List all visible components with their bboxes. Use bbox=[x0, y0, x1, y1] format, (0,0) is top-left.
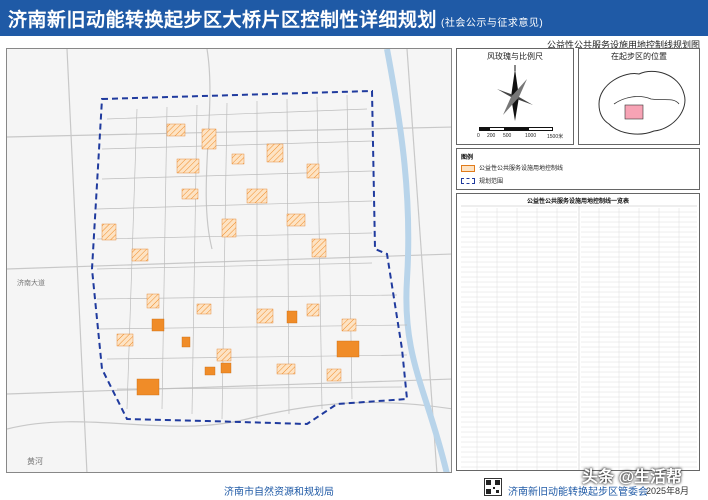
location-panel: 在起步区的位置 bbox=[578, 48, 700, 145]
scale-label: 200 bbox=[487, 133, 496, 139]
legend-swatch-boundary bbox=[461, 178, 475, 185]
location-map bbox=[598, 70, 686, 135]
scale-bar bbox=[479, 127, 553, 131]
map-label-road-2: 济南大道 bbox=[17, 278, 45, 287]
title-main: 济南新旧动能转换起步区大桥片区控制性详细规划 bbox=[8, 10, 438, 31]
scale-label: 500 bbox=[503, 133, 512, 139]
header-bar: 济南新旧动能转换起步区大桥片区控制性详细规划 (社会公示与征求意见) bbox=[0, 0, 708, 36]
qr-code-icon[interactable] bbox=[484, 478, 502, 496]
legend: 图例 公益性公共服务设施用地控制线 规划范围 bbox=[456, 148, 700, 190]
table-grid bbox=[461, 205, 697, 470]
scale-label: 1000 bbox=[525, 133, 537, 139]
legend-heading: 图例 bbox=[461, 155, 474, 161]
watermark: 头条 @生活帮 bbox=[582, 469, 683, 486]
map-canvas: 黄河 济南大道 bbox=[7, 49, 451, 472]
map-label-road-1: 黄河 bbox=[27, 456, 43, 466]
legend-label: 规划范围 bbox=[479, 179, 504, 185]
footer-org-left: 济南市自然资源和规划局 bbox=[224, 487, 334, 498]
scale-label: 1500米 bbox=[547, 134, 564, 140]
legend-label: 公益性公共服务设施用地控制线 bbox=[479, 166, 564, 172]
main-map[interactable]: 黄河 济南大道 bbox=[6, 48, 452, 473]
facility-table: 公益性公共服务设施用地控制线一览表 bbox=[456, 193, 700, 471]
page-title: 济南新旧动能转换起步区大桥片区控制性详细规划 (社会公示与征求意见) bbox=[8, 5, 543, 32]
location-highlight bbox=[624, 104, 644, 120]
legend-item: 公益性公共服务设施用地控制线 bbox=[461, 163, 563, 172]
compass-panel: 风玫瑰与比例尺 0 200 500 1000 1500米 bbox=[456, 48, 574, 145]
scale-label: 0 bbox=[477, 133, 480, 139]
legend-item: 规划范围 bbox=[461, 176, 503, 185]
legend-swatch-facility bbox=[461, 164, 475, 172]
title-note: (社会公示与征求意见) bbox=[441, 18, 544, 29]
